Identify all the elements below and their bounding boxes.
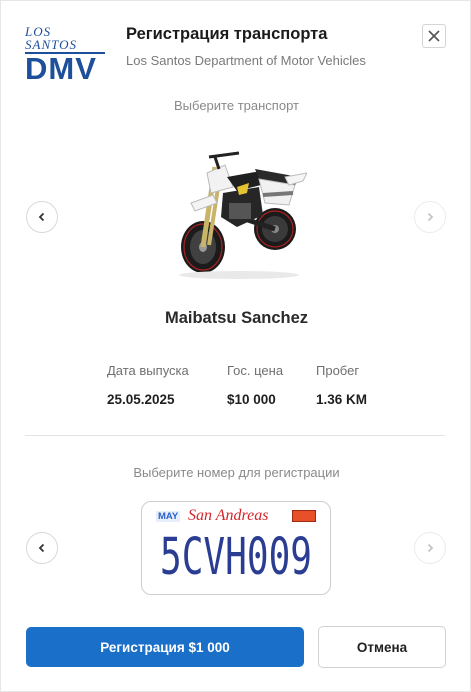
plate-next-button[interactable] — [414, 532, 446, 564]
chevron-right-icon — [427, 543, 434, 553]
section-divider — [25, 435, 445, 436]
vehicle-prev-button[interactable] — [26, 201, 58, 233]
spec-label: Дата выпуска — [107, 363, 189, 378]
spec-value: 1.36 KM — [316, 392, 368, 407]
spec-label: Гос. цена — [227, 363, 284, 378]
chevron-right-icon — [427, 212, 434, 222]
logo-main-text: DMV — [25, 51, 97, 86]
spec-value: 25.05.2025 — [107, 392, 175, 407]
plate-number: 5CVH009 — [159, 528, 313, 587]
plate-caption: Выберите номер для регистрации — [133, 465, 340, 480]
vehicle-registration-dialog: LOS SANTOS DMV Регистрация транспорта Lo… — [0, 0, 471, 692]
chevron-left-icon — [38, 212, 45, 222]
license-plate: MAY San Andreas 5CVH009 — [141, 501, 331, 595]
vehicle-image — [179, 151, 307, 279]
plate-month-sticker: MAY — [156, 511, 181, 522]
vehicle-next-button[interactable] — [414, 201, 446, 233]
vehicle-caption: Выберите транспорт — [174, 98, 299, 113]
vehicle-name: Maibatsu Sanchez — [164, 309, 309, 327]
plate-registration-sticker — [292, 510, 316, 522]
spec-state-price: Гос. цена $10 000 — [227, 363, 283, 407]
page-title: Регистрация транспорта — [126, 25, 328, 43]
dmv-logo: LOS SANTOS DMV — [25, 24, 105, 84]
cancel-button[interactable]: Отмена — [318, 626, 446, 668]
spec-mileage: Пробег 1.36 KM — [316, 363, 367, 407]
page-subtitle: Los Santos Department of Motor Vehicles — [126, 53, 366, 68]
spec-label: Пробег — [316, 363, 360, 378]
plate-state-name: San Andreas — [188, 507, 269, 524]
spec-release-date: Дата выпуска 25.05.2025 — [107, 363, 189, 407]
close-icon — [428, 30, 440, 42]
register-button[interactable]: Регистрация $1 000 — [26, 627, 304, 667]
chevron-left-icon — [38, 543, 45, 553]
plate-prev-button[interactable] — [26, 532, 58, 564]
logo-top-text: LOS SANTOS — [25, 24, 77, 52]
close-button[interactable] — [422, 24, 446, 48]
spec-value: $10 000 — [227, 392, 276, 407]
